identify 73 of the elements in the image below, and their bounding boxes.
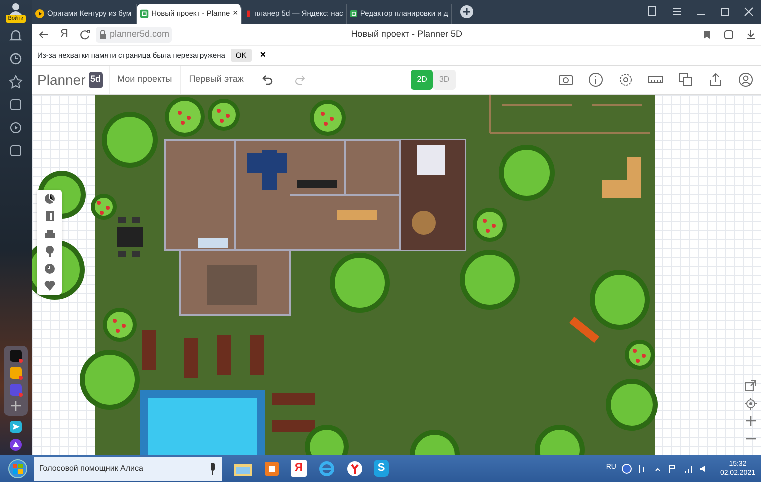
reload-icon[interactable] xyxy=(79,28,92,40)
close-icon[interactable] xyxy=(742,5,756,19)
alice-app-icon[interactable] xyxy=(9,438,23,452)
bookmark-icon[interactable] xyxy=(702,30,712,40)
square-icon[interactable] xyxy=(9,144,23,158)
logo-text: Planner xyxy=(38,70,86,90)
bell-icon[interactable] xyxy=(9,29,23,43)
signal-icon[interactable] xyxy=(684,464,694,474)
tree-drawing[interactable] xyxy=(590,270,650,330)
menu-button[interactable]: Мои проекты xyxy=(108,66,180,94)
mail-app-icon[interactable] xyxy=(9,366,23,380)
media-player-icon[interactable] xyxy=(264,460,280,476)
tree-drawing[interactable] xyxy=(80,350,140,410)
plant-tool-icon[interactable] xyxy=(44,245,56,258)
url-text: planner5d.com xyxy=(110,28,170,41)
yandex-button[interactable]: Я xyxy=(60,26,68,43)
locate-icon[interactable] xyxy=(745,398,757,410)
back-icon[interactable] xyxy=(38,28,50,40)
flag-icon[interactable] xyxy=(668,464,678,474)
camera-app-icon[interactable] xyxy=(9,349,23,363)
start-icon[interactable] xyxy=(8,458,28,478)
settings-icon[interactable] xyxy=(618,72,634,88)
search-field[interactable]: Голосовой помощник Алиса xyxy=(34,456,222,480)
tab-close-button[interactable]: × xyxy=(232,7,238,21)
share-icon[interactable] xyxy=(708,72,724,88)
send-app-icon[interactable] xyxy=(9,420,23,434)
duplicate-icon[interactable] xyxy=(678,72,694,88)
account-icon[interactable] xyxy=(738,72,754,88)
microphone-icon[interactable] xyxy=(208,462,216,474)
menu-button[interactable]: Первый этаж xyxy=(180,66,252,94)
planner-favicon-icon xyxy=(350,9,358,19)
open-external-icon[interactable] xyxy=(745,380,757,392)
maximize-icon[interactable] xyxy=(718,5,732,19)
dining-set-drawing[interactable] xyxy=(117,217,143,257)
apple-tree-drawing[interactable] xyxy=(473,208,507,242)
planner-favicon-icon xyxy=(140,9,149,19)
play-icon[interactable] xyxy=(9,121,23,135)
page-title: Новый проект - Planner 5D xyxy=(350,28,464,41)
tree-drawing[interactable] xyxy=(330,253,390,313)
star-icon[interactable] xyxy=(9,75,23,89)
apple-tree-drawing[interactable] xyxy=(103,308,137,342)
tree-drawing[interactable] xyxy=(102,112,158,168)
user-icon[interactable] xyxy=(9,3,23,15)
wooden-bench-drawing[interactable] xyxy=(602,157,641,198)
info-icon[interactable] xyxy=(588,72,604,88)
planner-logo[interactable]: Planner 5d xyxy=(32,66,109,94)
apple-tree-drawing[interactable] xyxy=(91,194,117,220)
video-favicon-icon xyxy=(34,9,45,19)
apple-tree-drawing[interactable] xyxy=(165,97,205,137)
tree-drawing[interactable] xyxy=(460,250,520,310)
apple-tree-drawing[interactable] xyxy=(208,99,240,131)
furniture-tool-icon[interactable] xyxy=(44,228,56,240)
history-icon[interactable] xyxy=(9,52,23,66)
plus-icon[interactable] xyxy=(9,399,23,414)
lock-icon xyxy=(99,30,108,39)
tree-drawing[interactable] xyxy=(606,379,658,431)
apple-tree-drawing[interactable] xyxy=(310,100,346,136)
new-tab-icon[interactable] xyxy=(460,5,474,19)
door-tool-icon[interactable] xyxy=(44,210,56,222)
room-tool-icon[interactable] xyxy=(44,192,56,205)
house-floor-plan-drawing[interactable] xyxy=(164,139,466,316)
heart-tool-icon[interactable] xyxy=(44,280,56,292)
close-button[interactable]: × xyxy=(257,48,270,63)
yandex-browser-icon[interactable] xyxy=(346,460,363,476)
zoom-in-icon[interactable] xyxy=(745,415,757,427)
tree-drawing[interactable] xyxy=(499,145,555,201)
yandex-taskbar-button[interactable]: Я xyxy=(291,460,307,477)
apple-tree-drawing[interactable] xyxy=(625,340,655,370)
internet-explorer-icon[interactable] xyxy=(318,460,336,476)
logo-badge: 5d xyxy=(88,72,104,88)
download-icon[interactable] xyxy=(746,29,756,40)
undo-icon[interactable] xyxy=(262,74,274,86)
clock-tool-icon[interactable] xyxy=(44,262,56,275)
